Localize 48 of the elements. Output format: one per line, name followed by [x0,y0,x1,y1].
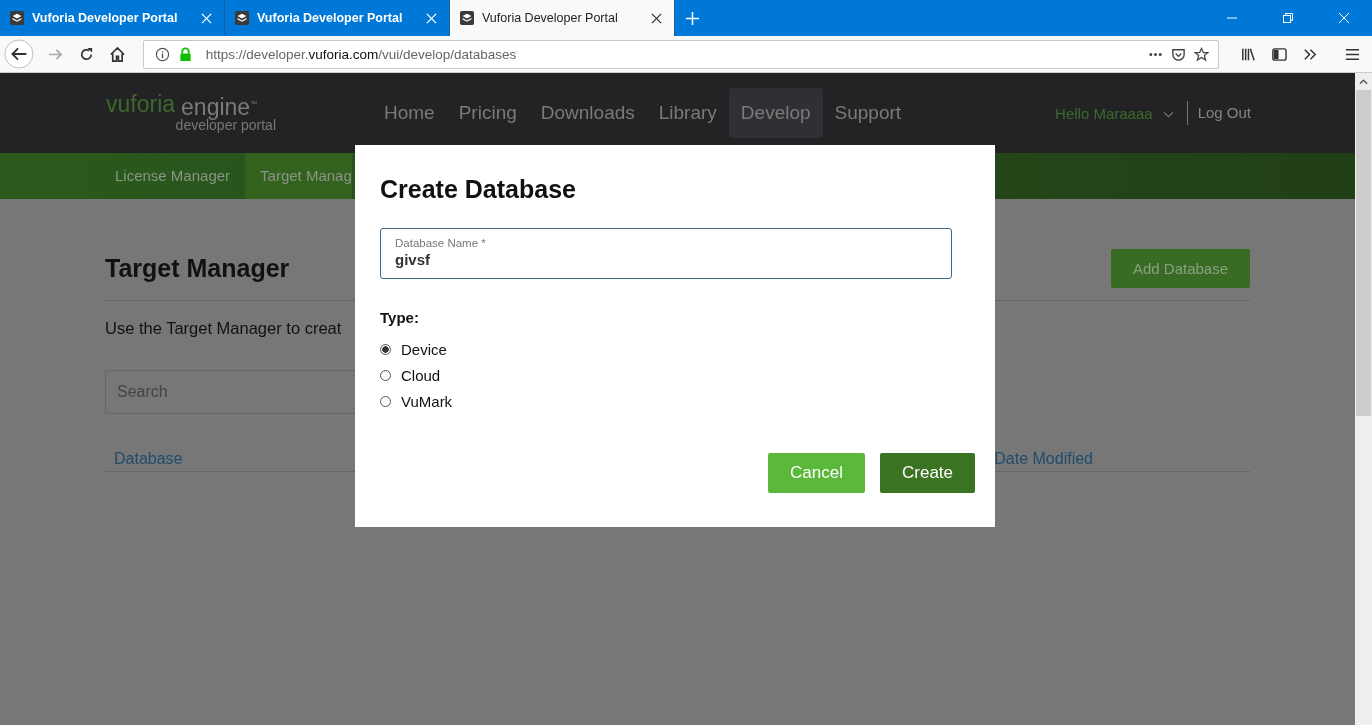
sidebar-icon[interactable] [1271,45,1289,63]
subnav-tab[interactable]: License Manager [100,153,246,199]
radio-option[interactable]: Device [380,336,970,362]
scroll-thumb[interactable] [1356,90,1371,416]
nav-link[interactable]: Downloads [528,88,647,138]
column-header[interactable]: Database [114,450,183,468]
pocket-icon[interactable] [1171,46,1187,62]
cube-icon [235,11,249,25]
type-label: Type: [380,309,420,326]
address-bar[interactable]: https://developer.vuforia.com/vui/develop/databases [142,39,1220,69]
restore-icon[interactable] [1282,12,1294,24]
url-text: https://developer.vuforia.com/vui/develop/databases [205,46,517,62]
lock-icon[interactable] [177,46,193,62]
column-header[interactable]: Date Modified [994,450,1093,468]
home-icon[interactable] [108,45,126,63]
cube-icon [460,11,474,25]
plus-icon[interactable] [685,10,700,26]
radio-option[interactable]: Cloud [380,362,970,388]
nav-link[interactable]: Home [372,88,447,138]
nav-link[interactable]: Develop [728,88,823,138]
scroll-up-icon[interactable] [1359,79,1368,85]
option-label: Device [401,340,447,358]
add-database-button[interactable]: Add Database [1111,249,1250,288]
cancel-button[interactable]: Cancel [768,453,865,493]
info-icon[interactable] [154,46,170,62]
nav-link[interactable]: Support [822,88,914,138]
subnav-tab[interactable]: Target Manag [245,153,353,199]
scrollbar[interactable] [1355,73,1372,725]
nav-link[interactable]: Pricing [446,88,529,138]
create-button[interactable]: Create [880,453,975,493]
dialog-title: Create Database [380,175,577,204]
user-menu[interactable]: Hello Maraaaa [1055,104,1153,122]
radio-option[interactable]: VuMark [380,388,970,414]
logout-link[interactable]: Log Out [1186,101,1251,125]
logo-brand[interactable]: vuforia [106,92,176,118]
option-label: Cloud [401,366,441,384]
star-icon[interactable] [1194,46,1210,62]
intro-text: Use the Target Manager to creat [105,319,342,338]
chevron-down-icon[interactable] [1162,111,1174,118]
back-icon[interactable] [4,39,34,69]
database-name-field[interactable]: Database Name * givsf [380,228,952,279]
nav-link[interactable]: Library [646,88,729,138]
browser-tab[interactable]: Vuforia Developer Portal [450,0,675,36]
radio-button[interactable] [380,343,391,355]
option-label: VuMark [401,392,453,410]
cube-icon [10,11,24,25]
close-icon[interactable] [651,12,662,24]
page-title: Target Manager [105,254,290,283]
